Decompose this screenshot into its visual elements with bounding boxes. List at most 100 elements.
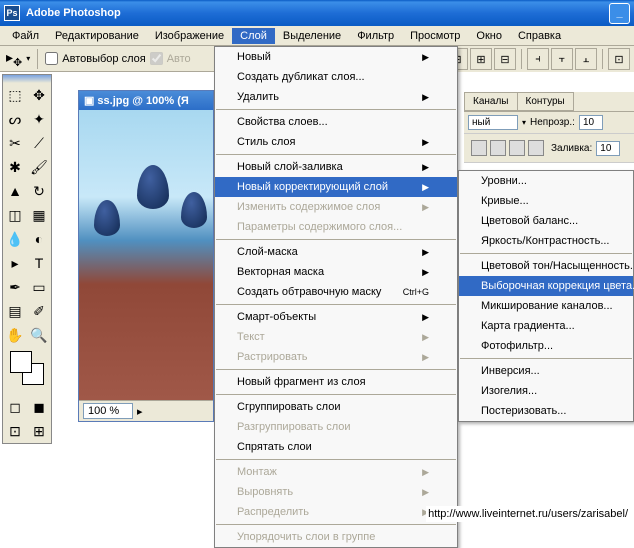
submenu-arrow-icon: ▶ bbox=[422, 312, 429, 323]
menu-item-label: Смарт-объекты bbox=[237, 311, 316, 323]
lock-icon-2[interactable] bbox=[490, 140, 506, 156]
quick-mask-mode[interactable]: ◼ bbox=[27, 395, 51, 419]
align-btn-2[interactable]: ⊞ bbox=[470, 48, 492, 70]
menu-item-label: Монтаж bbox=[237, 466, 277, 478]
tab-channels[interactable]: Каналы bbox=[464, 92, 518, 111]
menu-item-label: Растрировать bbox=[237, 351, 308, 363]
screen-mode-2[interactable]: ⊞ bbox=[27, 419, 51, 443]
quick-mask-std[interactable]: ◻ bbox=[3, 395, 27, 419]
pen-tool[interactable]: ✒ bbox=[3, 275, 27, 299]
menu-item[interactable]: Смарт-объекты ▶ bbox=[215, 307, 457, 327]
menu-file[interactable]: Файл bbox=[4, 28, 47, 44]
menu-item[interactable]: Цветовой баланс... bbox=[459, 211, 633, 231]
menu-item[interactable]: Цветовой тон/Насыщенность... bbox=[459, 256, 633, 276]
gradient-tool[interactable]: ▦ bbox=[27, 203, 51, 227]
zoom-tool[interactable]: 🔍 bbox=[27, 323, 51, 347]
eyedropper-tool[interactable]: ✐ bbox=[27, 299, 51, 323]
menu-item[interactable]: Удалить▶ bbox=[215, 87, 457, 107]
menu-item-label: Новый bbox=[237, 51, 271, 63]
menu-item[interactable]: Создать дубликат слоя... bbox=[215, 67, 457, 87]
menu-layer[interactable]: Слой bbox=[232, 28, 275, 44]
slice-tool[interactable]: ⟋ bbox=[27, 131, 51, 155]
auto-select-option-2[interactable]: Авто bbox=[150, 52, 191, 65]
menu-item[interactable]: Слой-маска▶ bbox=[215, 242, 457, 262]
align-btn-7[interactable]: ⊡ bbox=[608, 48, 630, 70]
menu-item-label: Инверсия... bbox=[481, 365, 540, 377]
menu-item[interactable]: Постеризовать... bbox=[459, 401, 633, 421]
menu-image[interactable]: Изображение bbox=[147, 28, 232, 44]
menu-select[interactable]: Выделение bbox=[275, 28, 349, 44]
tab-paths[interactable]: Контуры bbox=[517, 92, 574, 111]
stamp-tool[interactable]: ▲ bbox=[3, 179, 27, 203]
menu-item[interactable]: Новый слой-заливка▶ bbox=[215, 157, 457, 177]
history-brush-tool[interactable]: ↻ bbox=[27, 179, 51, 203]
align-btn-5[interactable]: ⫟ bbox=[551, 48, 573, 70]
toolbox-header[interactable] bbox=[3, 75, 51, 83]
type-tool[interactable]: T bbox=[27, 251, 51, 275]
color-swatches[interactable] bbox=[10, 351, 44, 385]
menu-item[interactable]: Инверсия... bbox=[459, 361, 633, 381]
auto-select-checkbox[interactable] bbox=[45, 52, 58, 65]
eraser-tool[interactable]: ◫ bbox=[3, 203, 27, 227]
menu-item[interactable]: Микширование каналов... bbox=[459, 296, 633, 316]
zoom-field[interactable]: 100 % bbox=[83, 403, 133, 419]
marquee-tool[interactable]: ⬚ bbox=[3, 83, 27, 107]
brush-tool[interactable]: 🖌 bbox=[27, 155, 51, 179]
auto-select-layer-option[interactable]: Автовыбор слоя bbox=[45, 52, 145, 65]
shape-tool[interactable]: ▭ bbox=[27, 275, 51, 299]
menu-item[interactable]: Векторная маска▶ bbox=[215, 262, 457, 282]
opacity-field[interactable] bbox=[579, 115, 603, 130]
menu-item[interactable]: Спрятать слои bbox=[215, 437, 457, 457]
menu-window[interactable]: Окно bbox=[468, 28, 510, 44]
screen-mode-1[interactable]: ⊡ bbox=[3, 419, 27, 443]
fill-field[interactable] bbox=[596, 141, 620, 156]
menu-item-label: Новый корректирующий слой bbox=[237, 181, 388, 193]
menu-filter[interactable]: Фильтр bbox=[349, 28, 402, 44]
lock-icon-1[interactable] bbox=[471, 140, 487, 156]
hand-tool[interactable]: ✋ bbox=[3, 323, 27, 347]
menu-edit[interactable]: Редактирование bbox=[47, 28, 147, 44]
menu-item[interactable]: Создать обтравочную маскуCtrl+G bbox=[215, 282, 457, 302]
status-arrow-icon[interactable]: ▸ bbox=[137, 405, 143, 418]
wand-tool[interactable]: ✦ bbox=[27, 107, 51, 131]
blur-tool[interactable]: 💧 bbox=[3, 227, 27, 251]
menu-item[interactable]: Стиль слоя▶ bbox=[215, 132, 457, 152]
menu-item[interactable]: Сгруппировать слои bbox=[215, 397, 457, 417]
menu-view[interactable]: Просмотр bbox=[402, 28, 468, 44]
blend-mode-select[interactable] bbox=[468, 115, 518, 130]
lasso-tool[interactable]: ᔕ bbox=[3, 107, 27, 131]
document-canvas[interactable] bbox=[79, 110, 213, 400]
document-titlebar[interactable]: ▣ ss.jpg @ 100% (Я bbox=[79, 91, 213, 110]
menu-item[interactable]: Новый▶ bbox=[215, 47, 457, 67]
menu-item[interactable]: Новый корректирующий слой▶ bbox=[215, 177, 457, 197]
heal-tool[interactable]: ✱ bbox=[3, 155, 27, 179]
lock-icon-3[interactable] bbox=[509, 140, 525, 156]
minimize-button[interactable]: _ bbox=[609, 3, 630, 24]
menu-separator bbox=[216, 304, 456, 305]
notes-tool[interactable]: ▤ bbox=[3, 299, 27, 323]
menu-item[interactable]: Фотофильтр... bbox=[459, 336, 633, 356]
menu-item[interactable]: Новый фрагмент из слоя bbox=[215, 372, 457, 392]
submenu-arrow-icon: ▶ bbox=[422, 202, 429, 213]
move-tool-icon[interactable]: ▸✥ bbox=[6, 49, 22, 69]
lock-icon-4[interactable] bbox=[528, 140, 544, 156]
menu-item[interactable]: Свойства слоев... bbox=[215, 112, 457, 132]
align-btn-4[interactable]: ⫞ bbox=[527, 48, 549, 70]
align-btn-6[interactable]: ⫠ bbox=[575, 48, 597, 70]
menu-item[interactable]: Карта градиента... bbox=[459, 316, 633, 336]
menu-item[interactable]: Выборочная коррекция цвета... bbox=[459, 276, 633, 296]
path-tool[interactable]: ▸ bbox=[3, 251, 27, 275]
align-btn-3[interactable]: ⊟ bbox=[494, 48, 516, 70]
menu-item[interactable]: Кривые... bbox=[459, 191, 633, 211]
menu-item[interactable]: Уровни... bbox=[459, 171, 633, 191]
menu-item-label: Изменить содержимое слоя bbox=[237, 201, 380, 213]
fg-color-swatch[interactable] bbox=[10, 351, 32, 373]
menu-item-label: Стиль слоя bbox=[237, 136, 295, 148]
crop-tool[interactable]: ✂ bbox=[3, 131, 27, 155]
move-tool[interactable]: ✥ bbox=[27, 83, 51, 107]
menu-item: Разгруппировать слои bbox=[215, 417, 457, 437]
dodge-tool[interactable]: ◐ bbox=[27, 227, 51, 251]
menu-item[interactable]: Изогелия... bbox=[459, 381, 633, 401]
menu-help[interactable]: Справка bbox=[510, 28, 569, 44]
menu-item[interactable]: Яркость/Контрастность... bbox=[459, 231, 633, 251]
